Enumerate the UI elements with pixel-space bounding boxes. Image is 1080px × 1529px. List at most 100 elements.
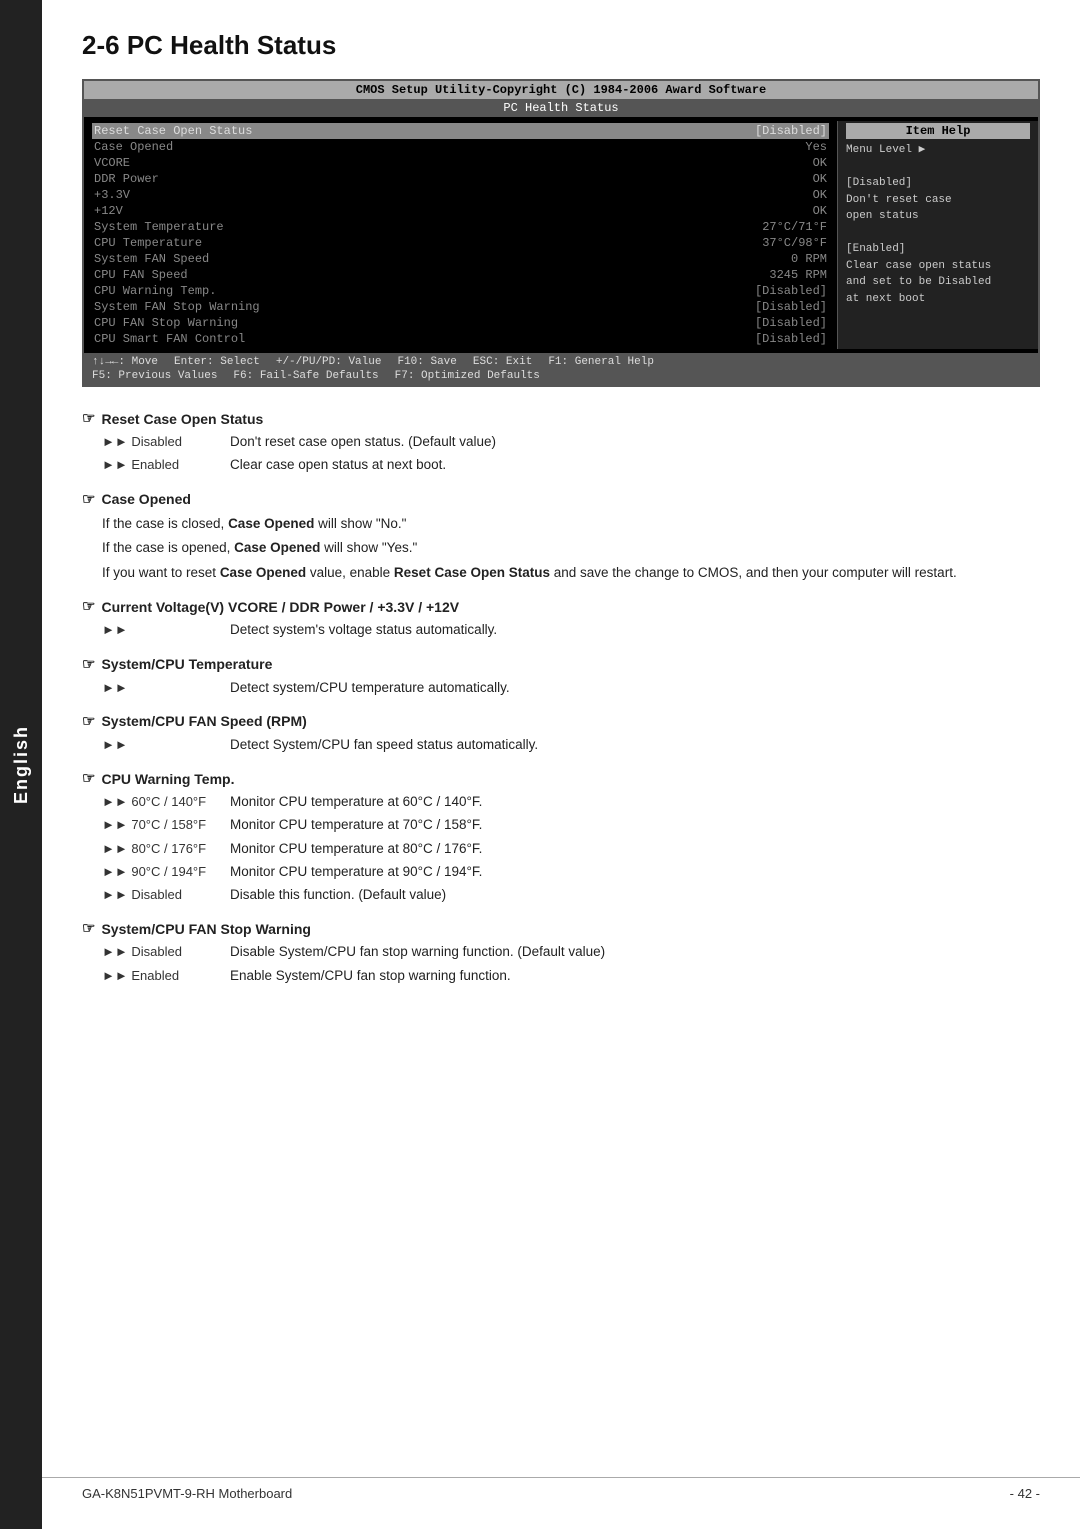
main-content: 2-6 PC Health Status CMOS Setup Utility-… bbox=[42, 0, 1080, 1040]
bios-body: Reset Case Open Status[Disabled]Case Ope… bbox=[84, 117, 1038, 353]
bullet-label: ►► Enabled bbox=[102, 966, 222, 986]
bios-help-line: at next boot bbox=[846, 291, 1030, 308]
bios-help-line bbox=[846, 159, 1030, 176]
section-title: ☞ System/CPU FAN Stop Warning bbox=[82, 919, 1040, 938]
page-title-number: 2-6 bbox=[82, 30, 120, 60]
bullet-label: ►► bbox=[102, 735, 222, 755]
bullet-text: Detect system's voltage status automatic… bbox=[230, 620, 1040, 640]
bullet-text: Monitor CPU temperature at 70°C / 158°F. bbox=[230, 815, 1040, 835]
section-arrow-icon: ☞ bbox=[82, 490, 95, 509]
bios-footer: ↑↓→←: Move Enter: Select +/-/PU/PD: Valu… bbox=[84, 353, 1038, 385]
bullet-text: Monitor CPU temperature at 90°C / 194°F. bbox=[230, 862, 1040, 882]
section-arrow-icon: ☞ bbox=[82, 597, 95, 616]
bullet-text: Detect System/CPU fan speed status autom… bbox=[230, 735, 1040, 755]
section-title: ☞ System/CPU FAN Speed (RPM) bbox=[82, 712, 1040, 731]
page-title-text: PC Health Status bbox=[127, 30, 337, 60]
bios-footer-esc: ESC: Exit bbox=[473, 356, 532, 368]
bullet-label: ►► 80°C / 176°F bbox=[102, 839, 222, 859]
section-paragraph: If you want to reset Case Opened value, … bbox=[102, 562, 1040, 584]
bios-help-title: Item Help bbox=[846, 123, 1030, 139]
section-title: ☞ Current Voltage(V) VCORE / DDR Power /… bbox=[82, 597, 1040, 616]
section-arrow-icon: ☞ bbox=[82, 712, 95, 731]
bios-row: System FAN Stop Warning[Disabled] bbox=[92, 299, 829, 315]
bullet-label: ►► 90°C / 194°F bbox=[102, 862, 222, 882]
bullet-text: Monitor CPU temperature at 80°C / 176°F. bbox=[230, 839, 1040, 859]
bios-row: DDR PowerOK bbox=[92, 171, 829, 187]
bios-row: Reset Case Open Status[Disabled] bbox=[92, 123, 829, 139]
bios-subheader: PC Health Status bbox=[84, 99, 1038, 117]
section-system-cpu-fan-stop-warning: ☞ System/CPU FAN Stop Warning ►► Disabled… bbox=[82, 919, 1040, 986]
bullet-item: ►► EnabledClear case open status at next… bbox=[102, 455, 1040, 475]
section-title: ☞ CPU Warning Temp. bbox=[82, 769, 1040, 788]
bullet-label: ►► Disabled bbox=[102, 942, 222, 962]
bios-row: Case OpenedYes bbox=[92, 139, 829, 155]
bios-help-line: Clear case open status bbox=[846, 258, 1030, 275]
section-paragraph: If the case is opened, Case Opened will … bbox=[102, 537, 1040, 559]
bios-left-panel: Reset Case Open Status[Disabled]Case Ope… bbox=[84, 121, 838, 349]
bios-footer-f6: F6: Fail-Safe Defaults bbox=[233, 370, 378, 382]
bios-footer-line1: ↑↓→←: Move Enter: Select +/-/PU/PD: Valu… bbox=[92, 356, 654, 368]
bullet-item: ►► DisabledDon't reset case open status.… bbox=[102, 432, 1040, 452]
bios-row: VCOREOK bbox=[92, 155, 829, 171]
section-arrow-icon: ☞ bbox=[82, 919, 95, 938]
sidebar: English bbox=[0, 0, 42, 1529]
bullet-item: ►► Detect system's voltage status automat… bbox=[102, 620, 1040, 640]
bullet-text: Detect system/CPU temperature automatica… bbox=[230, 678, 1040, 698]
sidebar-label: English bbox=[11, 725, 32, 804]
bullet-item: ►► Disabled Disable System/CPU fan stop w… bbox=[102, 942, 1040, 962]
bios-help-line bbox=[846, 225, 1030, 242]
bullet-label: ►► Disabled bbox=[102, 885, 222, 905]
bios-help-content: Menu Level ▶ [Disabled]Don't reset caseo… bbox=[846, 142, 1030, 307]
bullet-text: Disable this function. (Default value) bbox=[230, 885, 1040, 905]
footer-left: GA-K8N51PVMT-9-RH Motherboard bbox=[82, 1486, 292, 1501]
bullet-label: ►► bbox=[102, 620, 222, 640]
section-title: ☞ System/CPU Temperature bbox=[82, 655, 1040, 674]
section-title: ☞ Case Opened bbox=[82, 490, 1040, 509]
bios-footer-line2: F5: Previous Values F6: Fail-Safe Defaul… bbox=[92, 370, 540, 382]
section-paragraph: If the case is closed, Case Opened will … bbox=[102, 513, 1040, 535]
bios-row: System Temperature27°C/71°F bbox=[92, 219, 829, 235]
bullet-label: ►► 60°C / 140°F bbox=[102, 792, 222, 812]
bios-footer-value: +/-/PU/PD: Value bbox=[276, 356, 382, 368]
bios-header: CMOS Setup Utility-Copyright (C) 1984-20… bbox=[84, 81, 1038, 99]
bios-row: CPU Temperature37°C/98°F bbox=[92, 235, 829, 251]
bullet-item: ►► 60°C / 140°F Monitor CPU temperature a… bbox=[102, 792, 1040, 812]
section-cpu-warning-temp: ☞ CPU Warning Temp. ►► 60°C / 140°F Monito… bbox=[82, 769, 1040, 905]
section-title: ☞ Reset Case Open Status bbox=[82, 409, 1040, 428]
footer-right: - 42 - bbox=[1010, 1486, 1040, 1501]
bullet-item: ►► Disabled Disable this function. (Defau… bbox=[102, 885, 1040, 905]
bios-footer-f1: F1: General Help bbox=[548, 356, 654, 368]
bios-row: CPU Warning Temp.[Disabled] bbox=[92, 283, 829, 299]
bios-help-line: and set to be Disabled bbox=[846, 274, 1030, 291]
page-title: 2-6 PC Health Status bbox=[82, 30, 1040, 61]
sections-container: ☞ Reset Case Open Status►► DisabledDon't… bbox=[82, 409, 1040, 986]
section-arrow-icon: ☞ bbox=[82, 655, 95, 674]
bullet-label: ►► 70°C / 158°F bbox=[102, 815, 222, 835]
section-current-voltage: ☞ Current Voltage(V) VCORE / DDR Power /… bbox=[82, 597, 1040, 640]
bullet-item: ►► Enabled Enable System/CPU fan stop war… bbox=[102, 966, 1040, 986]
bios-footer-f7: F7: Optimized Defaults bbox=[395, 370, 540, 382]
bullet-label: ►► bbox=[102, 678, 222, 698]
bullet-text: Monitor CPU temperature at 60°C / 140°F. bbox=[230, 792, 1040, 812]
bios-help-line: open status bbox=[846, 208, 1030, 225]
bios-help-line: Don't reset case bbox=[846, 192, 1030, 209]
bios-footer-f10: F10: Save bbox=[397, 356, 456, 368]
bullet-text: Disable System/CPU fan stop warning func… bbox=[230, 942, 1040, 962]
bullet-text: Enable System/CPU fan stop warning funct… bbox=[230, 966, 1040, 986]
bullet-text: Don't reset case open status. (Default v… bbox=[230, 432, 1040, 452]
bullet-text: Clear case open status at next boot. bbox=[230, 455, 1040, 475]
bios-row: +12VOK bbox=[92, 203, 829, 219]
bullet-item: ►► 70°C / 158°F Monitor CPU temperature a… bbox=[102, 815, 1040, 835]
bios-help-line: [Disabled] bbox=[846, 175, 1030, 192]
bullet-item: ►► 80°C / 176°F Monitor CPU temperature a… bbox=[102, 839, 1040, 859]
section-system-cpu-temperature: ☞ System/CPU Temperature ►► Detect system/… bbox=[82, 655, 1040, 698]
bios-row: CPU FAN Stop Warning[Disabled] bbox=[92, 315, 829, 331]
bios-footer-select: Enter: Select bbox=[174, 356, 260, 368]
bios-row: System FAN Speed0 RPM bbox=[92, 251, 829, 267]
bios-row: CPU FAN Speed3245 RPM bbox=[92, 267, 829, 283]
bios-screen: CMOS Setup Utility-Copyright (C) 1984-20… bbox=[82, 79, 1040, 387]
bios-footer-f5: F5: Previous Values bbox=[92, 370, 217, 382]
section-case-opened: ☞ Case Opened If the case is closed, Case… bbox=[82, 490, 1040, 584]
bullet-item: ►► Detect system/CPU temperature automati… bbox=[102, 678, 1040, 698]
bullet-item: ►► Detect System/CPU fan speed status aut… bbox=[102, 735, 1040, 755]
